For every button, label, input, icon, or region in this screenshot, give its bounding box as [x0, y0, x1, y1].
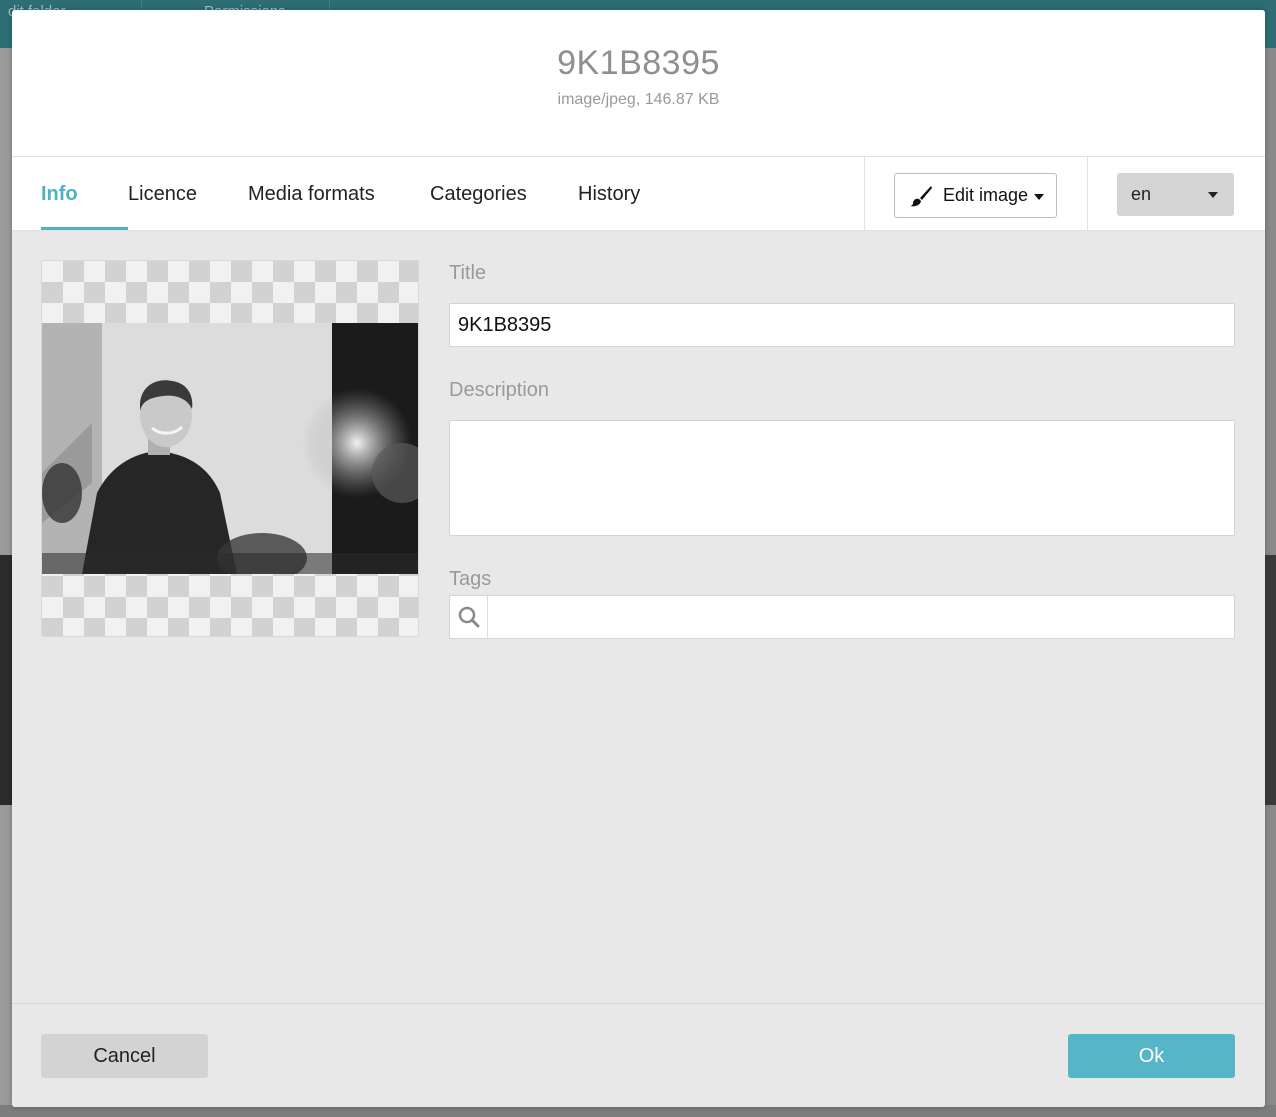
info-panel: Title Description Tags	[12, 231, 1265, 1001]
tags-label: Tags	[449, 568, 492, 590]
active-tab-indicator	[41, 227, 128, 230]
chevron-down-icon	[1208, 191, 1218, 198]
portrait-photo-image	[42, 323, 418, 574]
edit-image-label: Edit image	[943, 185, 1029, 205]
title-input[interactable]	[449, 303, 1235, 347]
description-textarea[interactable]	[449, 420, 1235, 536]
title-label: Title	[449, 262, 487, 284]
tags-input[interactable]	[449, 595, 1235, 639]
dialog-header: 9K1B8395 image/jpeg, 146.87 KB	[12, 10, 1265, 157]
dialog-footer: Cancel Ok	[12, 1003, 1265, 1107]
preview-photo	[42, 323, 418, 574]
brush-icon	[910, 185, 932, 206]
search-icon	[450, 596, 488, 638]
dialog-subtitle: image/jpeg, 146.87 KB	[557, 91, 720, 108]
tab-categories[interactable]: Categories	[430, 157, 527, 231]
tab-bar: Info Licence Media formats Categories Hi…	[12, 157, 1265, 231]
ok-button[interactable]: Ok	[1068, 1034, 1235, 1078]
tab-info[interactable]: Info	[41, 157, 78, 231]
cancel-button[interactable]: Cancel	[41, 1034, 208, 1078]
language-value: en	[1131, 184, 1152, 204]
dialog-title: 9K1B8395	[557, 44, 720, 82]
chevron-down-icon	[1034, 193, 1045, 200]
description-label: Description	[449, 379, 550, 401]
edit-image-button[interactable]: Edit image	[894, 173, 1057, 218]
media-details-dialog: 9K1B8395 image/jpeg, 146.87 KB Info Lice…	[12, 10, 1265, 1107]
toolbar-divider	[1087, 157, 1088, 231]
tab-history[interactable]: History	[578, 157, 640, 231]
language-select[interactable]: en	[1117, 173, 1234, 216]
toolbar-divider	[864, 157, 865, 231]
tab-media-formats[interactable]: Media formats	[248, 157, 375, 231]
tab-licence[interactable]: Licence	[128, 157, 197, 231]
image-preview	[41, 260, 419, 637]
